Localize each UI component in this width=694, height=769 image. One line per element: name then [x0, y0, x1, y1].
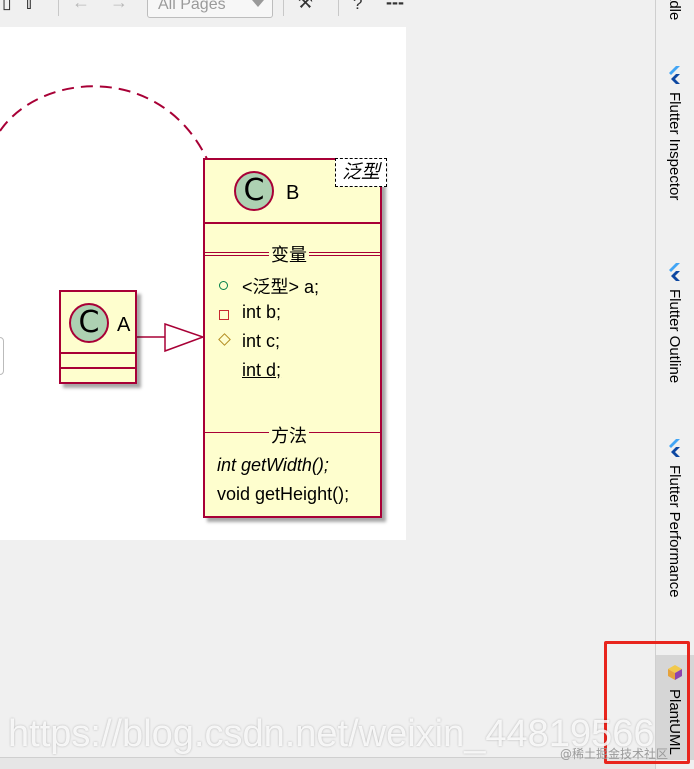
class-a-name: A	[117, 314, 131, 336]
tool-tab-flutter-performance[interactable]: Flutter Performance	[656, 435, 694, 630]
field-c: int c;	[242, 331, 281, 351]
tool-tab-label: Flutter Performance	[666, 465, 683, 598]
bottom-status-strip	[0, 757, 655, 769]
flutter-icon	[669, 439, 680, 457]
class-a-divider	[61, 352, 135, 354]
public-visibility-icon	[219, 281, 228, 290]
protected-visibility-icon	[218, 333, 231, 346]
toolbar-divider	[58, 0, 59, 16]
diagram-toolbar: ▯ ⫾ ← → All Pages ⚒ ? ---	[0, 0, 655, 18]
toolbar-divider	[283, 0, 284, 16]
more-button[interactable]: ---	[386, 0, 404, 13]
class-a-divider	[61, 367, 135, 369]
settings-wrench-icon[interactable]: ⚒	[297, 0, 313, 13]
watermark-site: @稀土掘金技术社区	[560, 747, 669, 761]
generic-parameter-tag: 泛型	[335, 158, 387, 187]
back-arrow-icon[interactable]: ←	[72, 0, 90, 13]
fit-icon[interactable]: ⫾	[26, 0, 32, 13]
method-get-height: void getHeight();	[217, 484, 350, 504]
private-visibility-icon	[219, 310, 229, 320]
forward-arrow-icon[interactable]: →	[110, 0, 128, 13]
class-b-name: B	[286, 182, 300, 204]
tool-tab-flutter-inspector[interactable]: Flutter Inspector	[656, 62, 694, 222]
class-b-c-icon: C	[234, 171, 274, 211]
tool-tab-label: Flutter Outline	[666, 289, 683, 384]
help-button[interactable]: ?	[353, 0, 362, 14]
tool-tab-label: adle	[666, 0, 683, 21]
field-d-static: int d;	[242, 360, 282, 380]
tool-tab-label: Flutter Inspector	[666, 92, 683, 201]
field-a: <泛型> a;	[242, 277, 320, 297]
chevron-down-icon	[252, 0, 264, 7]
field-b: int b;	[242, 302, 282, 322]
layout-icon[interactable]: ▯	[2, 0, 12, 13]
tool-tab-flutter-outline[interactable]: Flutter Outline	[656, 259, 694, 404]
flutter-icon	[669, 263, 680, 281]
class-a-c-icon: C	[69, 303, 109, 343]
flutter-icon	[669, 66, 680, 84]
method-get-width: int getWidth();	[217, 455, 329, 475]
page-scope-select[interactable]: All Pages	[147, 0, 273, 18]
tool-tab-gradle[interactable]: adle	[656, 0, 694, 36]
dependency-arc	[0, 85, 208, 160]
diagram-canvas: C A C B 变量 <泛型> a; int b; int c; int d; …	[0, 27, 406, 540]
class-b-box[interactable]: C B 变量 <泛型> a; int b; int c; int d; 方法 i…	[203, 158, 382, 518]
class-b-header-divider	[205, 222, 380, 224]
methods-section-title: 方法	[269, 422, 309, 448]
page-scope-value: All Pages	[158, 0, 226, 13]
toolbar-divider	[338, 0, 339, 16]
class-a-box[interactable]: C A	[59, 290, 137, 384]
fields-section-title: 变量	[269, 241, 309, 267]
watermark-url: https://blog.csdn.net/weixin_44819566	[8, 713, 655, 755]
inheritance-arrowhead	[164, 322, 206, 353]
